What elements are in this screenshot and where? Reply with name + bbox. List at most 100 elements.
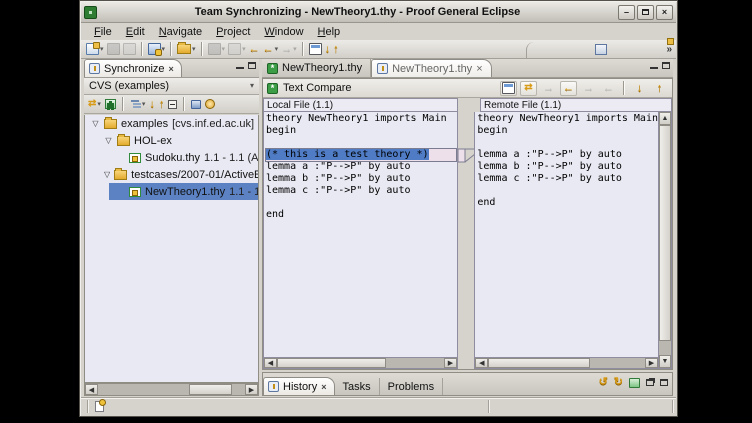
next-difference-button[interactable]: ↓ [631,81,648,96]
maximize-view-button[interactable] [248,62,256,69]
remote-vertical-scrollbar[interactable]: ▲ ▼ [658,112,671,368]
more-toolbar-items-button[interactable]: » [666,44,672,55]
dropdown-icon[interactable]: ▾ [192,46,196,53]
minimize-view-button[interactable] [236,62,244,69]
menu-edit[interactable]: Edit [119,25,152,39]
close-tab-icon[interactable]: × [321,382,326,392]
tree-row-hol-ex[interactable]: ▽ HOL-ex [85,132,258,149]
scroll-right-button[interactable]: ▶ [645,358,658,368]
update-button[interactable]: ▾ [207,41,227,58]
synchronize-button[interactable]: ▾ [147,41,167,58]
last-edit-location-button[interactable] [308,41,323,58]
scrollbar-track[interactable] [659,125,671,355]
dropdown-icon[interactable]: ▾ [275,46,279,53]
previous-annotation-button[interactable]: ↑ [332,41,340,58]
scrollbar-track[interactable] [488,358,645,368]
maximize-button[interactable] [637,5,654,20]
expander-icon[interactable]: ▽ [91,119,100,128]
menu-project[interactable]: Project [209,25,257,39]
scrollbar-track[interactable] [277,358,444,368]
tab-synchronize[interactable]: Synchronize × [84,59,182,77]
refresh-button[interactable]: ↺ [599,377,608,388]
scrollbar-thumb[interactable] [189,384,232,395]
tree-row-examples[interactable]: ▽ examples [cvs.inf.ed.ac.uk] [85,115,258,132]
close-button[interactable]: × [656,5,673,20]
link-with-editor-button[interactable] [190,96,202,113]
view-menu-button[interactable]: ▾ [250,82,254,90]
previous-difference-button[interactable]: ↑ [651,81,668,96]
scroll-left-button[interactable]: ◀ [264,358,277,368]
pin-history-button[interactable] [629,378,640,388]
tree-row-newtheory1[interactable]: NewTheory1.thy 1.1 - 1.1 (A [85,183,258,200]
copy-all-right-button[interactable]: → [540,81,557,96]
local-code[interactable]: theory NewTheory1 imports Main begin (* … [264,112,457,368]
link-refresh-button[interactable]: ↻ [614,377,623,388]
checkout-button[interactable]: ▾ [176,41,197,58]
restore-view-button[interactable] [646,379,654,386]
maximize-view-button[interactable] [660,379,668,386]
scrollbar-thumb[interactable] [488,358,590,368]
remote-file-pane[interactable]: theory NewTheory1 imports Main begin lem… [474,112,672,369]
new-wizard-button[interactable]: ▾ [85,41,105,58]
copy-right-button[interactable]: → [580,81,597,96]
swap-panes-button[interactable]: ⇄ [520,81,537,96]
close-tab-icon[interactable]: × [169,64,174,74]
menu-file[interactable]: File [87,25,119,39]
previous-change-button[interactable]: ↑ [158,96,166,113]
expander-icon[interactable]: ▽ [104,136,113,145]
layout-mode-button[interactable]: ▾ [129,96,147,113]
commit-button[interactable]: ▾ [227,41,247,58]
scrollbar-track[interactable] [98,384,245,395]
local-horizontal-scrollbar[interactable]: ◀ ▶ [264,357,457,368]
maximize-editor-button[interactable] [662,62,670,69]
scroll-left-button[interactable]: ◀ [475,358,488,368]
menu-help[interactable]: Help [311,25,348,39]
dropdown-icon[interactable]: ▾ [142,101,146,108]
scrollbar-thumb[interactable] [277,358,386,368]
next-change-button[interactable]: ↓ [148,96,156,113]
pin-button[interactable] [104,96,117,113]
tab-newtheory1-compare[interactable]: NewTheory1.thy × [371,59,492,77]
back-button[interactable]: ← [248,41,261,58]
remote-horizontal-scrollbar[interactable]: ◀ ▶ [475,357,658,368]
minimize-button[interactable]: – [618,5,635,20]
scrollbar-thumb[interactable] [659,125,671,341]
tree-row-sudoku[interactable]: Sudoku.thy 1.1 - 1.1 (ASCII - [85,149,258,166]
print-button[interactable] [122,41,137,58]
copy-change-left-button[interactable]: ← [560,81,577,96]
code-line-diff-highlight[interactable]: (* this is a test theory *) [266,149,456,161]
schedule-button[interactable] [204,96,216,113]
synchronize-refresh-button[interactable]: ⇄▾ [87,96,102,113]
scroll-down-button[interactable]: ▼ [659,355,671,368]
scroll-right-button[interactable]: ▶ [245,384,258,395]
back-history-button[interactable]: ←▾ [262,41,280,58]
scroll-right-button[interactable]: ▶ [444,358,457,368]
title-bar[interactable]: Team Synchronizing - NewTheory1.thy - Pr… [81,2,676,23]
minimize-editor-button[interactable] [650,62,658,69]
expander-icon[interactable]: ▽ [104,170,110,179]
scroll-up-button[interactable]: ▲ [659,112,671,125]
selected-row-highlight[interactable]: NewTheory1.thy 1.1 - 1.1 (A [109,183,259,200]
menu-navigate[interactable]: Navigate [152,25,209,39]
next-annotation-button[interactable]: ↓ [324,41,332,58]
tab-problems[interactable]: Problems [380,378,443,395]
dropdown-icon[interactable]: ▾ [100,46,104,53]
dropdown-icon[interactable]: ▾ [97,101,101,108]
open-perspective-button[interactable] [594,41,608,58]
remote-code[interactable]: theory NewTheory1 imports Main begin lem… [475,112,658,368]
collapse-all-button[interactable] [167,96,178,113]
scroll-left-button[interactable]: ◀ [85,384,98,395]
tab-newtheory1-editor[interactable]: * NewTheory1.thy [262,59,371,77]
tab-tasks[interactable]: Tasks [335,378,380,395]
save-button[interactable] [106,41,121,58]
tab-history[interactable]: History × [263,377,335,395]
sidebar-horizontal-scrollbar[interactable]: ◀ ▶ [84,383,259,396]
tree-row-testcases[interactable]: ▽ testcases/2007-01/ActiveEditorV [85,166,258,183]
forward-button[interactable]: →▾ [280,41,298,58]
ancestor-pane-button[interactable] [500,81,517,96]
dropdown-icon[interactable]: ▾ [162,46,166,53]
close-tab-icon[interactable]: × [476,63,482,75]
menu-window[interactable]: Window [257,25,310,39]
local-file-pane[interactable]: theory NewTheory1 imports Main begin (* … [263,112,458,369]
copy-left-button[interactable]: ← [600,81,617,96]
